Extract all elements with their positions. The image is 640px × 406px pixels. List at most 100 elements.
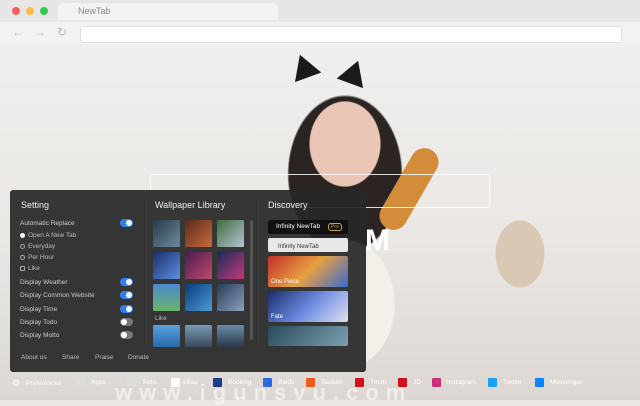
ebay-icon [171,378,180,387]
donate-link[interactable]: Donate [128,354,149,361]
setting-title: Setting [21,200,50,210]
preferences-label: Preferences [26,380,62,387]
messenger-label: Messenger [550,379,583,386]
display-weather-label: Display Weather [20,279,68,286]
wallpaper-thumb[interactable] [217,284,244,311]
option-like[interactable]: Like [20,265,40,272]
booking-icon [213,378,222,387]
forward-arrow-icon[interactable]: → [34,25,46,39]
wallpaper-thumb[interactable] [185,252,212,279]
option-label: Like [28,265,40,272]
radio-icon [20,243,25,249]
wallpaper-thumb[interactable] [217,220,244,247]
wallpaper-thumb[interactable] [217,252,244,279]
display-motto-toggle[interactable] [120,331,133,339]
twitter-icon [488,378,497,387]
wallpaper-like-label: Like [155,315,167,322]
maximize-window-button[interactable] [40,7,48,15]
option-everyday[interactable]: Everyday [20,243,55,250]
settings-panel: Setting Automatic Replace Open A New Tab… [10,190,366,372]
wallpaper-library-title: Wallpaper Library [155,200,226,210]
display-common-website-toggle[interactable] [120,291,133,299]
baidu-label: Baidu [278,379,295,386]
instagram-icon [432,378,441,387]
wallpaper-thumb[interactable] [185,220,212,247]
minimize-window-button[interactable] [26,7,34,15]
liked-wallpaper-grid [153,325,244,347]
option-open-new-tab[interactable]: Open A New Tab [20,232,76,239]
reload-icon[interactable]: ↻ [57,25,67,39]
baidu-link[interactable]: Baidu [263,378,295,387]
option-per-hour[interactable]: Per Hour [20,254,54,261]
back-arrow-icon[interactable]: ← [12,25,24,39]
wallpaper-thumb[interactable] [185,284,212,311]
discovery-label: One Piece [271,279,300,285]
jd-icon [398,378,407,387]
tab-title: NewTab [78,6,111,16]
display-todo-toggle[interactable] [120,318,133,326]
messenger-icon [535,378,544,387]
taobao-icon [306,378,315,387]
taobao-label: Taobao [321,379,343,386]
display-todo-label: Display Todo [20,319,58,326]
discovery-title: Discovery [268,200,308,210]
todo-button[interactable]: Todo [127,378,156,387]
pro-badge: Pro [328,223,342,231]
instagram-link[interactable]: Instagram [432,378,476,387]
messenger-link[interactable]: Messenger [535,378,582,387]
twitter-label: Twitter [503,379,523,386]
browser-chrome: NewTab ← → ↻ [0,0,640,45]
display-time-toggle[interactable] [120,305,133,313]
apps-label: Apps [91,379,106,386]
column-divider [258,200,259,346]
wallpaper-thumb[interactable] [153,252,180,279]
share-link[interactable]: Share [62,354,79,361]
booking-link[interactable]: Booking [213,378,252,387]
wallpaper-grid [153,220,244,311]
instagram-label: Instagram [447,379,476,386]
wallpaper-thumb[interactable] [153,220,180,247]
bottom-bar: ⚙ Preferences Apps Todo eBay Booking Baid… [0,376,640,394]
wallpaper-thumb[interactable] [217,325,244,347]
discovery-item-fate[interactable]: Fate [268,291,348,322]
discovery-item[interactable] [268,326,348,346]
radio-icon [20,232,25,238]
cat-ear-left [286,49,322,83]
twitter-link[interactable]: Twitter [488,378,522,387]
display-time-label: Display Time [20,306,58,313]
browser-tab[interactable]: NewTab [58,3,278,20]
taobao-link[interactable]: Taobao [306,378,342,387]
address-bar[interactable] [80,26,622,43]
tmall-link[interactable]: Tmall [355,378,386,387]
jd-link[interactable]: JD [398,378,421,387]
wallpaper-scrollbar[interactable] [250,220,253,340]
window-controls [12,7,48,15]
praise-link[interactable]: Praise [95,354,113,361]
brand-label: Infinity NewTab [276,223,321,230]
display-motto-label: Display Motto [20,332,60,339]
automatic-replace-toggle[interactable] [120,219,133,227]
about-us-link[interactable]: About us [21,354,47,361]
tmall-label: Tmall [370,379,386,386]
clock-text-fragment: M [365,224,390,257]
apps-button[interactable]: Apps [76,378,106,387]
preferences-button[interactable]: ⚙ Preferences [12,378,61,389]
wallpaper-thumb[interactable] [153,284,180,311]
tmall-icon [355,378,364,387]
discovery-item-infinity[interactable]: Infinity NewTab [268,238,348,252]
option-label: Open A New Tab [28,232,77,239]
option-label: Per Hour [28,254,55,261]
wallpaper-thumb[interactable] [153,325,180,347]
column-divider [146,200,147,346]
discovery-brand[interactable]: Infinity NewTab Pro [268,220,348,234]
option-label: Everyday [28,243,56,250]
discovery-item-one-piece[interactable]: One Piece [268,256,348,287]
booking-label: Booking [228,379,252,386]
ebay-label: eBay [183,379,198,386]
ebay-link[interactable]: eBay [171,378,198,387]
wallpaper-thumb[interactable] [185,325,212,347]
display-weather-toggle[interactable] [120,278,133,286]
cat-ear-right [336,55,372,89]
discovery-label: Fate [271,314,284,320]
close-window-button[interactable] [12,7,20,15]
